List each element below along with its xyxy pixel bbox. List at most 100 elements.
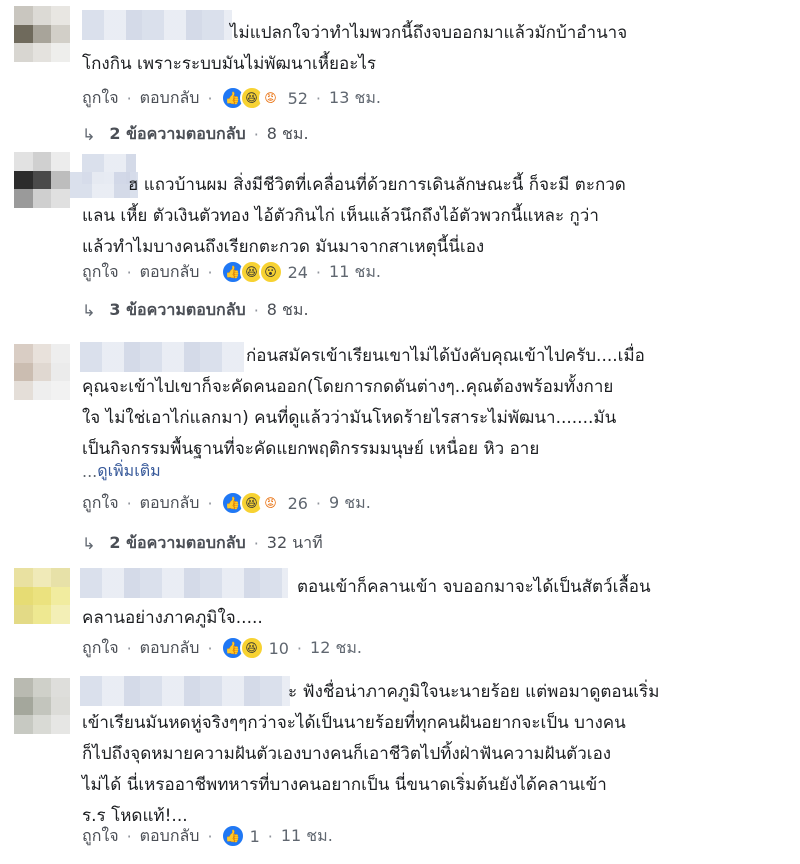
reply-arrow-icon: ↳ <box>82 124 96 144</box>
reactions[interactable]: 👍 😆 😡 <box>220 86 283 110</box>
view-replies-link[interactable]: 3 ข้อความตอบกลับ <box>109 298 245 323</box>
comment-actions: ถูกใจ · ตอบกลับ · 👍 1 · 11 ชม. <box>82 823 333 849</box>
see-more-link[interactable]: ดูเพิ่มเติม <box>97 459 160 484</box>
reactions[interactable]: 👍 😆 😮 <box>220 260 283 284</box>
avatar-pixel <box>51 152 70 171</box>
separator: · <box>315 493 322 513</box>
reactions[interactable]: 👍 😆 <box>220 636 264 660</box>
separator: · <box>126 88 132 108</box>
comment-text: ฮ แถวบ้านผม สิ่งมีชีวิตที่เคลื่อนที่ด้วย… <box>82 175 626 257</box>
separator: · <box>126 493 132 513</box>
comment-time[interactable]: 13 ชม. <box>329 86 381 111</box>
avatar-pixel <box>32 344 52 363</box>
avatar-pixel <box>51 586 70 606</box>
separator: · <box>207 826 213 846</box>
reactions[interactable]: 👍 😆 😡 <box>220 491 283 515</box>
like-link[interactable]: ถูกใจ <box>82 491 119 516</box>
avatar[interactable] <box>14 344 70 400</box>
avatar-pixel <box>51 381 70 400</box>
avatar-pixel <box>32 678 52 697</box>
reactions[interactable]: 👍 <box>220 824 245 848</box>
avatar[interactable] <box>14 152 70 208</box>
reply-link[interactable]: ตอบกลับ <box>140 491 200 516</box>
separator: · <box>126 638 132 658</box>
avatar-pixel <box>51 715 70 734</box>
replies-row: ↳ 2 ข้อความตอบกลับ · 8 ชม. <box>82 121 309 147</box>
reaction-count[interactable]: 26 <box>288 494 308 513</box>
reply-link[interactable]: ตอบกลับ <box>140 260 200 285</box>
avatar-pixel <box>14 568 33 587</box>
separator: · <box>253 124 259 144</box>
comment-2: ฮ แถวบ้านผม สิ่งมีชีวิตที่เคลื่อนที่ด้วย… <box>0 150 800 330</box>
reply-link[interactable]: ตอบกลับ <box>140 86 200 111</box>
avatar[interactable] <box>14 6 70 62</box>
separator: · <box>126 262 132 282</box>
avatar-pixel <box>14 381 33 400</box>
comment-time[interactable]: 11 ชม. <box>281 824 333 849</box>
reply-arrow-icon: ↳ <box>82 533 96 553</box>
replies-time: 32 นาที <box>266 532 323 552</box>
replies-time: 8 ชม. <box>266 299 309 319</box>
separator: · <box>207 262 213 282</box>
separator: · <box>315 88 322 108</box>
reply-arrow-icon: ↳ <box>82 300 96 320</box>
avatar-pixel <box>51 568 70 587</box>
ellipsis: ... <box>82 461 98 481</box>
comment-1: ไม่แปลกใจว่าทำไมพวกนี้ถึงจบออกมาแล้วมักบ… <box>0 0 800 150</box>
avatar-pixel <box>51 43 70 62</box>
avatar-pixel <box>14 152 33 171</box>
haha-icon: 😆 <box>239 636 264 660</box>
avatar-pixel <box>14 170 33 190</box>
separator: · <box>296 638 303 658</box>
avatar-pixel <box>14 586 33 606</box>
reaction-count[interactable]: 52 <box>288 89 308 108</box>
comment-text: ก่อนสมัครเข้าเรียนเขาไม่ได้บังคับคุณเข้า… <box>82 346 645 459</box>
avatar-pixel <box>51 605 70 624</box>
replies-time: 8 ชม. <box>266 123 309 143</box>
avatar-pixel <box>32 568 52 587</box>
avatar-pixel <box>14 6 33 25</box>
avatar-pixel <box>14 362 33 382</box>
reply-link[interactable]: ตอบกลับ <box>140 824 200 849</box>
avatar-pixel <box>51 362 70 382</box>
comment-time[interactable]: 9 ชม. <box>329 491 371 516</box>
separator: · <box>126 826 132 846</box>
avatar-pixel <box>14 24 33 44</box>
avatar-pixel <box>32 715 52 734</box>
replies-row: ↳ 3 ข้อความตอบกลับ · 8 ชม. <box>82 297 309 323</box>
avatar-pixel <box>32 586 52 606</box>
separator: · <box>253 533 259 553</box>
angry-icon: 😡 <box>258 491 283 515</box>
separator: · <box>267 826 273 846</box>
avatar-pixel <box>14 696 33 716</box>
comment-actions: ถูกใจ · ตอบกลับ · 👍 😆 10 · 12 ชม. <box>82 635 362 661</box>
avatar-pixel <box>51 344 70 363</box>
reaction-count[interactable]: 1 <box>250 827 260 846</box>
like-link[interactable]: ถูกใจ <box>82 86 119 111</box>
like-link[interactable]: ถูกใจ <box>82 260 119 285</box>
comment-actions: ถูกใจ · ตอบกลับ · 👍 😆 😡 26 · 9 ชม. <box>82 490 371 516</box>
avatar[interactable] <box>14 568 70 624</box>
separator: · <box>207 88 213 108</box>
comment-time[interactable]: 12 ชม. <box>310 636 362 661</box>
avatar-pixel <box>32 170 52 190</box>
comment-actions: ถูกใจ · ตอบกลับ · 👍 😆 😡 52 · 13 ชม. <box>82 85 381 111</box>
replies-row: ↳ 2 ข้อความตอบกลับ · 32 นาที <box>82 530 323 556</box>
view-replies-link[interactable]: 2 ข้อความตอบกลับ <box>109 122 245 147</box>
angry-icon: 😡 <box>258 86 283 110</box>
reaction-count[interactable]: 24 <box>288 263 308 282</box>
reaction-count[interactable]: 10 <box>269 639 289 658</box>
view-replies-link[interactable]: 2 ข้อความตอบกลับ <box>109 531 245 556</box>
comment-text: ไม่แปลกใจว่าทำไมพวกนี้ถึงจบออกมาแล้วมักบ… <box>82 23 628 74</box>
avatar-pixel <box>32 696 52 716</box>
comment-3: ก่อนสมัครเข้าเรียนเขาไม่ได้บังคับคุณเข้า… <box>0 338 800 560</box>
avatar-pixel <box>32 43 52 62</box>
reply-link[interactable]: ตอบกลับ <box>140 636 200 661</box>
like-link[interactable]: ถูกใจ <box>82 636 119 661</box>
avatar[interactable] <box>14 678 70 734</box>
wow-icon: 😮 <box>258 260 283 284</box>
comment-actions: ถูกใจ · ตอบกลับ · 👍 😆 😮 24 · 11 ชม. <box>82 259 381 285</box>
comment-time[interactable]: 11 ชม. <box>329 260 381 285</box>
avatar-pixel <box>14 189 33 208</box>
like-link[interactable]: ถูกใจ <box>82 824 119 849</box>
